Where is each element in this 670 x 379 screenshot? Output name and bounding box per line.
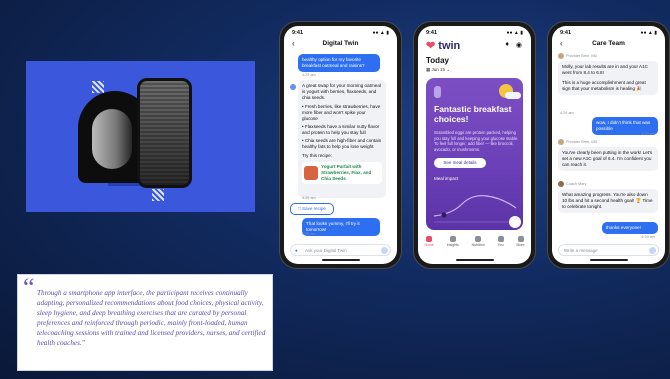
meal-marker-icon bbox=[441, 212, 447, 218]
meal-impact-chart bbox=[433, 195, 517, 223]
mic-icon[interactable]: ● bbox=[295, 245, 298, 257]
meal-insight-card[interactable]: Fantastic breakfast choices! Scrambled e… bbox=[426, 78, 523, 230]
tab-more[interactable]: More bbox=[517, 236, 525, 254]
person-face bbox=[92, 109, 132, 169]
chat-bubble-icon[interactable]: ◉ bbox=[516, 41, 522, 49]
more-icon bbox=[517, 236, 524, 242]
message-text: Molly, your lab results are in and your … bbox=[562, 64, 648, 75]
bell-icon[interactable]: ♦ bbox=[505, 41, 509, 48]
home-indicator bbox=[321, 259, 360, 261]
reply-bullet: • Flaxseeds have a similar nutty flavor … bbox=[302, 124, 380, 135]
recipe-image-icon bbox=[304, 166, 318, 180]
see-meal-details-button[interactable]: See meal details bbox=[434, 158, 486, 168]
assistant-fab-icon[interactable] bbox=[509, 216, 521, 228]
chat-title: Digital Twin bbox=[322, 40, 359, 47]
tab-insights[interactable]: Insights bbox=[447, 236, 459, 254]
chat-title: Care Team bbox=[592, 40, 625, 47]
message-time: 4:29 am bbox=[302, 73, 316, 77]
date-selector[interactable]: ▦ Jun 15 ⌄ bbox=[426, 67, 450, 73]
food-icon bbox=[434, 86, 441, 98]
provider-avatar-icon bbox=[558, 139, 564, 145]
card-title: Fantastic breakfast choices! bbox=[434, 104, 512, 124]
provider-message: You've clearly been putting in the work!… bbox=[558, 147, 658, 171]
message-time: 4:29 am bbox=[302, 196, 316, 200]
glucose-curve bbox=[433, 195, 517, 217]
status-icons: ●● ▲ ▮ bbox=[640, 30, 657, 36]
chat-input[interactable]: ● Ask your Digital Twin bbox=[290, 244, 391, 256]
nutrition-icon bbox=[475, 236, 482, 242]
message-time: 4:29 am bbox=[560, 111, 574, 115]
sender-name: Provider Bree, MD bbox=[566, 54, 598, 58]
message-input-placeholder: Write a message bbox=[564, 248, 598, 253]
phone-care-team: 9:41 ●● ▲ ▮ ‹ Care Team Provider Bree, M… bbox=[548, 22, 669, 268]
user-message-text: healthy option for my favorite breakfast… bbox=[302, 57, 365, 68]
user-message: thanks everyone! bbox=[602, 222, 658, 234]
reply-bullet: • Chia seeds are high-fiber and contain … bbox=[302, 138, 382, 149]
status-time: 9:41 bbox=[560, 30, 572, 36]
tab-home[interactable]: Home bbox=[424, 236, 434, 254]
phone-digital-twin: 9:41 ●● ▲ ▮ ‹ Digital Twin healthy optio… bbox=[280, 22, 401, 268]
hero-illustration bbox=[26, 61, 255, 212]
phone-screen: 9:41 ●● ▲ ▮ ‹ Digital Twin healthy optio… bbox=[284, 26, 397, 264]
recipe-card[interactable]: Yogurt Parfait with Strawberries, Flax, … bbox=[302, 162, 382, 184]
today-heading: Today bbox=[426, 56, 449, 65]
save-recipe-button[interactable]: □ Save recipe bbox=[290, 203, 334, 215]
heart-logo-icon: ❤ bbox=[426, 40, 436, 52]
message-text: What amazing progress. You're also down … bbox=[562, 192, 653, 209]
message-input[interactable]: Write a message bbox=[558, 244, 659, 256]
hero-phone-icon bbox=[137, 78, 192, 188]
phone-twin-today: 9:41 ●● ▲ ▮ ❤ twin ♦ ◉ Today ▦ Jun 15 ⌄ … bbox=[414, 22, 535, 268]
bookmark-icon: □ bbox=[298, 206, 301, 211]
cloud-icon bbox=[505, 92, 521, 99]
reply-bullet: • Fresh berries, like strawberries, have… bbox=[302, 104, 381, 121]
status-icons: ●● ▲ ▮ bbox=[506, 30, 523, 36]
send-icon[interactable] bbox=[381, 247, 388, 254]
bottom-tab-bar: Home Insights Nutrition You More bbox=[418, 236, 531, 254]
twin-avatar-icon bbox=[290, 84, 296, 90]
insights-icon bbox=[449, 236, 456, 242]
pixel-dots-icon bbox=[152, 189, 164, 201]
message-text: thanks everyone! bbox=[606, 225, 641, 230]
message-text: This is a huge accomplishment and great … bbox=[562, 80, 646, 91]
status-time: 9:41 bbox=[292, 30, 304, 36]
message-time: 4:29 am bbox=[302, 232, 316, 236]
coach-message: What amazing progress. You're also down … bbox=[558, 189, 658, 213]
recipe-title: Yogurt Parfait with Strawberries, Flax, … bbox=[321, 164, 372, 181]
reply-intro: A great swap for your morning oatmeal is… bbox=[302, 83, 381, 100]
message-text: wow, I didn't think that was possible bbox=[596, 120, 651, 131]
pixel-dots-icon bbox=[92, 81, 104, 93]
status-time: 9:41 bbox=[426, 30, 438, 36]
chat-input-placeholder: Ask your Digital Twin bbox=[305, 248, 347, 253]
message-text: You've clearly been putting in the work!… bbox=[562, 150, 653, 167]
you-icon bbox=[497, 236, 504, 242]
twin-logo: ❤ twin bbox=[426, 40, 461, 52]
provider-message: Molly, your lab results are in and your … bbox=[558, 61, 658, 95]
twin-reply: A great swap for your morning oatmeal is… bbox=[298, 80, 386, 198]
quote-box: “ Through a smartphone app interface, th… bbox=[17, 273, 273, 371]
home-icon bbox=[426, 236, 433, 242]
chevron-down-icon: ⌄ bbox=[446, 67, 451, 72]
quote-text: Through a smartphone app interface, the … bbox=[37, 289, 266, 347]
user-message: healthy option for my favorite breakfast… bbox=[298, 54, 380, 72]
tab-you[interactable]: You bbox=[497, 236, 504, 254]
sender-name: Provider Bree, MD bbox=[566, 140, 598, 144]
calendar-icon: ▦ bbox=[426, 67, 431, 72]
send-icon[interactable] bbox=[649, 247, 656, 254]
tab-nutrition[interactable]: Nutrition bbox=[472, 236, 485, 254]
phone-screen: 9:41 ●● ▲ ▮ ‹ Care Team Provider Bree, M… bbox=[552, 26, 665, 264]
try-recipe-text: Try this recipe: bbox=[302, 153, 332, 158]
message-time: 4:29 am bbox=[641, 235, 655, 239]
phone-screen: 9:41 ●● ▲ ▮ ❤ twin ♦ ◉ Today ▦ Jun 15 ⌄ … bbox=[418, 26, 531, 264]
quote-mark: “ bbox=[23, 273, 35, 302]
home-indicator bbox=[589, 259, 628, 261]
sender-name: Coach Mary bbox=[566, 182, 587, 186]
meal-impact-label: Meal impact bbox=[434, 176, 459, 181]
coach-avatar-icon bbox=[558, 181, 564, 187]
message-time: 4:29 am bbox=[641, 132, 655, 136]
card-body: Scrambled eggs are protein packed, helpi… bbox=[434, 130, 519, 152]
home-indicator bbox=[455, 259, 494, 261]
provider-avatar-icon bbox=[558, 53, 564, 59]
status-icons: ●● ▲ ▮ bbox=[372, 30, 389, 36]
user-message-text: That looks yummy, I'll try it tomorrow! bbox=[306, 221, 360, 232]
